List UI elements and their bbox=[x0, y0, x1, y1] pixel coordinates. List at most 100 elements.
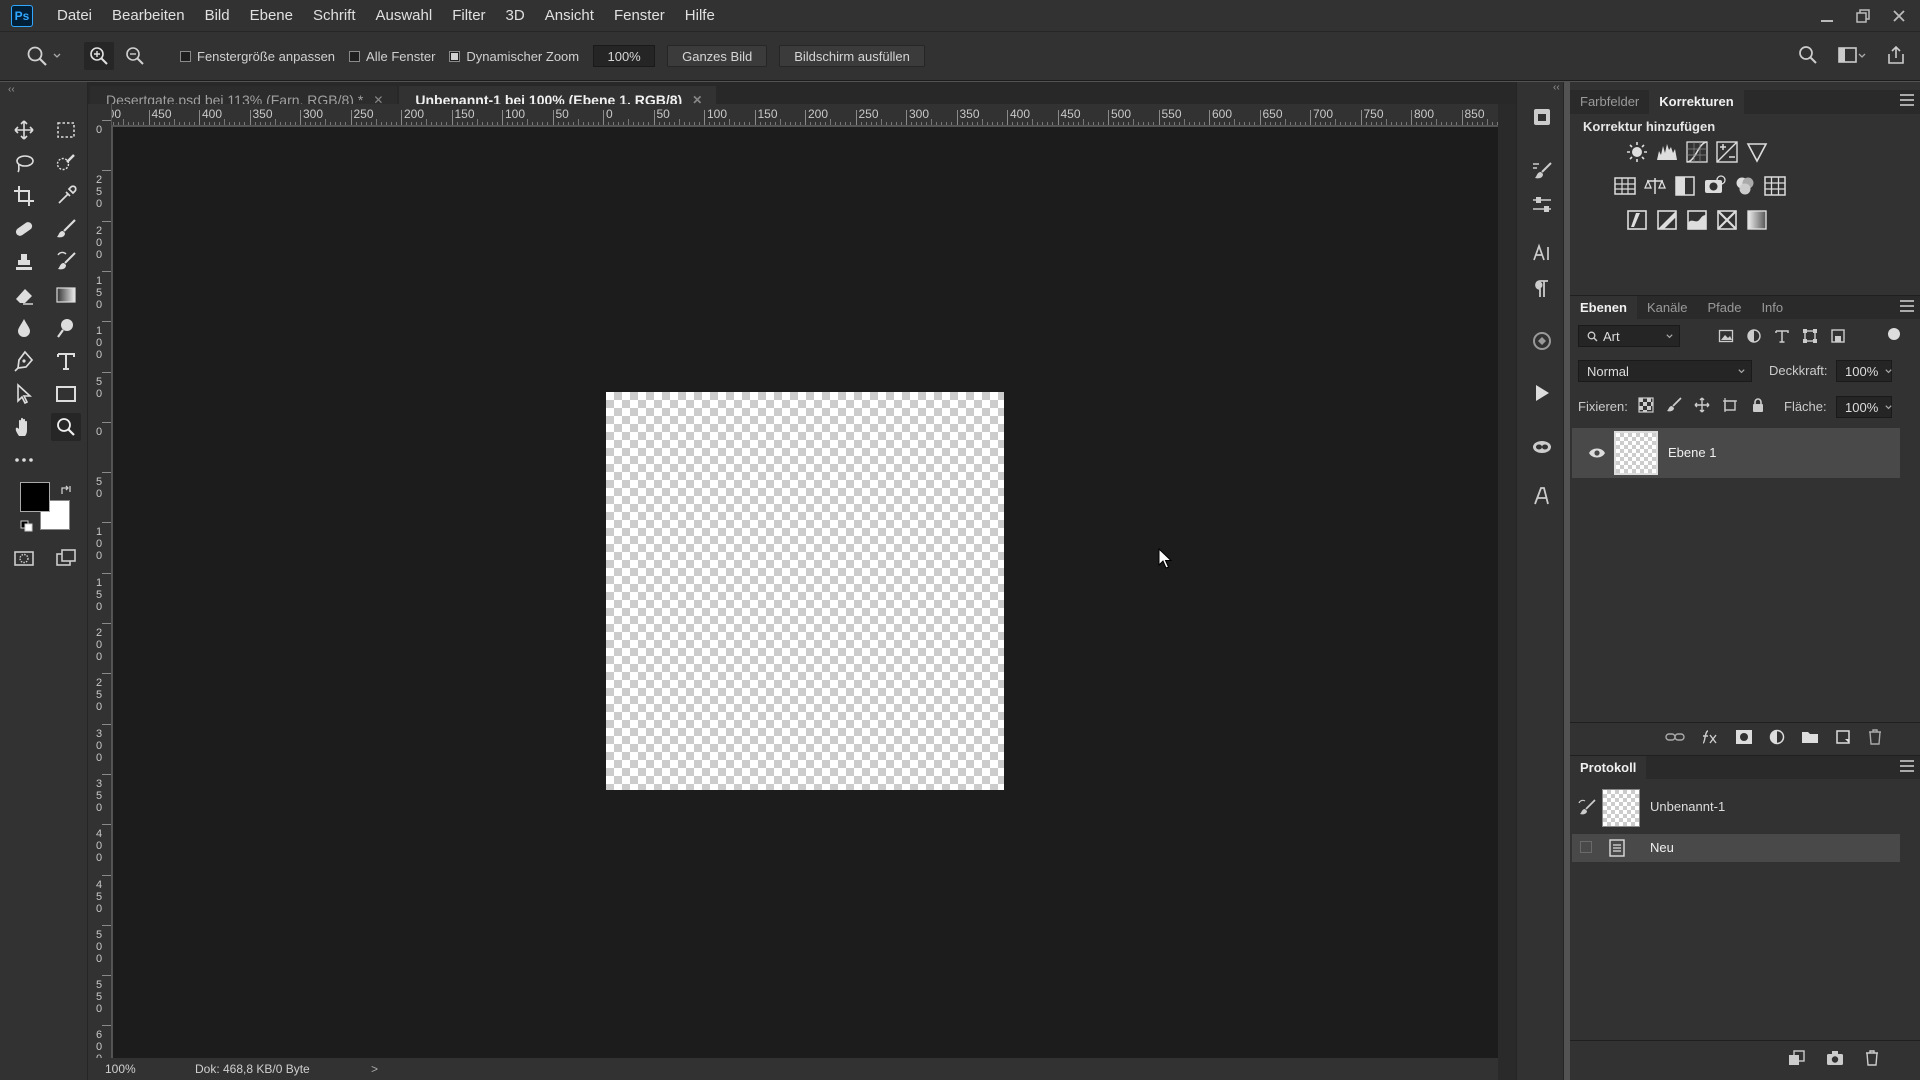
new-document-from-state-icon[interactable] bbox=[1788, 1050, 1806, 1066]
visibility-eye-icon[interactable] bbox=[1588, 446, 1606, 460]
layer-filter-kind[interactable]: Art bbox=[1578, 325, 1680, 347]
lock-move-icon[interactable] bbox=[1694, 397, 1710, 413]
dyn-zoom-checkbox[interactable]: Dynamischer Zoom bbox=[449, 49, 579, 64]
dock-cc-libraries[interactable] bbox=[1529, 433, 1555, 459]
chevron-down-icon[interactable] bbox=[1884, 367, 1893, 376]
lock-artboard-icon[interactable] bbox=[1722, 397, 1738, 413]
eraser-tool[interactable] bbox=[9, 281, 39, 309]
levels-icon[interactable] bbox=[1656, 141, 1678, 163]
marquee-tool[interactable] bbox=[51, 116, 81, 144]
quick-mask-button[interactable] bbox=[9, 544, 39, 572]
collapse-left-icon[interactable]: ‹‹ bbox=[8, 84, 15, 95]
pixel-filter-icon[interactable] bbox=[1718, 328, 1734, 344]
share-icon[interactable] bbox=[1886, 45, 1906, 65]
color-lookup-icon[interactable] bbox=[1764, 175, 1786, 197]
healing-brush-tool[interactable] bbox=[9, 215, 39, 243]
dock-glyphs[interactable] bbox=[1529, 483, 1555, 509]
zoom-tool[interactable] bbox=[51, 413, 81, 441]
search-icon[interactable] bbox=[1798, 45, 1818, 65]
opacity-field[interactable]: 100% bbox=[1836, 360, 1892, 382]
gradient-map-icon[interactable] bbox=[1746, 209, 1768, 231]
zoom-out-button[interactable] bbox=[120, 42, 150, 70]
clone-stamp-tool[interactable] bbox=[9, 248, 39, 276]
menu-datei[interactable]: Datei bbox=[47, 0, 102, 31]
threshold-icon[interactable] bbox=[1686, 209, 1708, 231]
more-tools[interactable] bbox=[9, 446, 39, 474]
tab-info[interactable]: Info bbox=[1751, 296, 1793, 320]
type-tool[interactable] bbox=[51, 347, 81, 375]
tab-ebenen[interactable]: Ebenen bbox=[1570, 295, 1637, 320]
vertical-scrollbar[interactable] bbox=[1498, 104, 1516, 1080]
selective-color-icon[interactable] bbox=[1716, 209, 1738, 231]
dock-properties[interactable] bbox=[1529, 192, 1555, 218]
tab-protokoll[interactable]: Protokoll bbox=[1570, 755, 1647, 780]
trash-icon[interactable] bbox=[1864, 1050, 1880, 1066]
hue-saturation-icon[interactable] bbox=[1614, 175, 1636, 197]
channel-mixer-icon[interactable] bbox=[1734, 175, 1756, 197]
new-group-icon[interactable] bbox=[1801, 729, 1819, 745]
move-tool[interactable] bbox=[9, 116, 39, 144]
camera-icon[interactable] bbox=[1826, 1050, 1844, 1066]
menu-filter[interactable]: Filter bbox=[442, 0, 495, 31]
default-colors-icon[interactable] bbox=[20, 520, 34, 532]
chevron-down-icon[interactable] bbox=[52, 51, 62, 61]
status-zoom[interactable]: 100% bbox=[105, 1062, 195, 1076]
exposure-icon[interactable] bbox=[1716, 141, 1738, 163]
close-icon[interactable] bbox=[1892, 9, 1906, 23]
restore-icon[interactable] bbox=[1856, 8, 1870, 23]
dock-brushes[interactable] bbox=[1529, 158, 1555, 184]
curves-icon[interactable] bbox=[1686, 141, 1708, 163]
zoom-value-field[interactable]: 100% bbox=[593, 45, 656, 67]
layer-thumbnail[interactable] bbox=[1614, 431, 1658, 475]
add-mask-icon[interactable] bbox=[1735, 729, 1753, 745]
panel-menu-icon[interactable] bbox=[1900, 300, 1914, 312]
quick-selection-tool[interactable] bbox=[51, 149, 81, 177]
status-arrow[interactable]: > bbox=[371, 1062, 378, 1076]
fenstergroesse-checkbox[interactable]: Fenstergröße anpassen bbox=[180, 49, 335, 64]
fill-field[interactable]: 100% bbox=[1836, 396, 1892, 418]
history-brush-tool[interactable] bbox=[51, 248, 81, 276]
history-brush-source-icon[interactable] bbox=[1578, 799, 1596, 817]
rectangle-tool[interactable] bbox=[51, 380, 81, 408]
smart-object-filter-icon[interactable] bbox=[1830, 328, 1846, 344]
vibrance-icon[interactable] bbox=[1746, 141, 1768, 163]
brightness-icon[interactable] bbox=[1626, 141, 1648, 163]
layer-style-fx-icon[interactable] bbox=[1700, 729, 1720, 745]
shape-filter-icon[interactable] bbox=[1802, 328, 1818, 344]
lock-brush-icon[interactable] bbox=[1666, 397, 1682, 413]
history-snapshot[interactable]: Unbenannt-1 bbox=[1572, 785, 1900, 829]
dock-3d[interactable] bbox=[1529, 328, 1555, 354]
blur-tool[interactable] bbox=[9, 314, 39, 342]
color-balance-icon[interactable] bbox=[1644, 175, 1666, 197]
tab-korrekturen[interactable]: Korrekturen bbox=[1649, 90, 1744, 114]
dock-paragraph[interactable] bbox=[1529, 276, 1555, 302]
foreground-color-swatch-top[interactable] bbox=[20, 482, 50, 512]
crop-tool[interactable] bbox=[9, 182, 39, 210]
menu-ebene[interactable]: Ebene bbox=[240, 0, 303, 31]
lock-all-icon[interactable] bbox=[1750, 397, 1766, 413]
path-selection-tool[interactable] bbox=[9, 380, 39, 408]
type-filter-icon[interactable] bbox=[1774, 328, 1790, 344]
screen-mode-button[interactable] bbox=[51, 544, 81, 572]
layer-row[interactable]: Ebene 1 bbox=[1572, 428, 1900, 478]
panel-menu-icon[interactable] bbox=[1900, 94, 1914, 106]
menu-schrift[interactable]: Schrift bbox=[303, 0, 366, 31]
filter-toggle-icon[interactable] bbox=[1888, 328, 1900, 340]
menu-hilfe[interactable]: Hilfe bbox=[675, 0, 725, 31]
panel-menu-icon[interactable] bbox=[1900, 760, 1914, 772]
posterize-icon[interactable] bbox=[1656, 209, 1678, 231]
history-item[interactable]: Neu bbox=[1572, 834, 1900, 862]
checkbox-box[interactable] bbox=[180, 50, 191, 62]
tab-pfade[interactable]: Pfade bbox=[1697, 296, 1751, 320]
layer-name[interactable]: Ebene 1 bbox=[1668, 445, 1716, 460]
menu-bearbeiten[interactable]: Bearbeiten bbox=[102, 0, 195, 31]
ganzes-bild-button[interactable]: Ganzes Bild bbox=[667, 45, 768, 67]
minimize-icon[interactable] bbox=[1820, 9, 1834, 23]
adjustment-layer-icon[interactable] bbox=[1768, 729, 1786, 745]
canvas-area[interactable] bbox=[113, 127, 1498, 1058]
lock-transparency-icon[interactable] bbox=[1638, 397, 1654, 413]
checkbox-box-checked[interactable] bbox=[449, 50, 461, 62]
black-white-icon[interactable] bbox=[1674, 175, 1696, 197]
hand-tool[interactable] bbox=[9, 413, 39, 441]
brush-tool[interactable] bbox=[51, 215, 81, 243]
